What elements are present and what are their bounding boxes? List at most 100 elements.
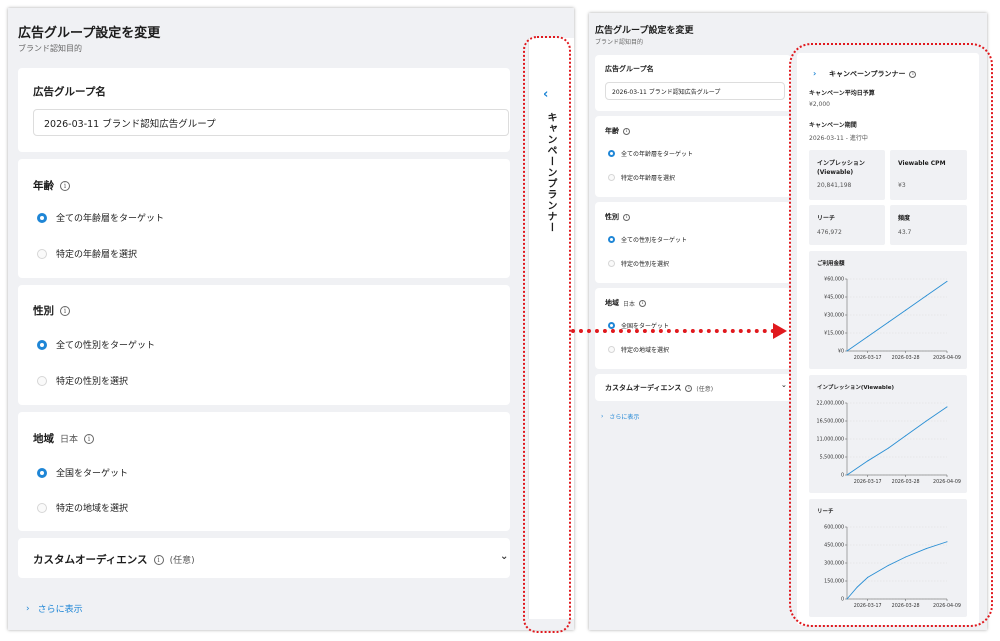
transition-arrow-line (571, 329, 775, 333)
info-icon[interactable]: i (153, 554, 164, 565)
age-label: 年齢 (605, 127, 619, 135)
metric-frequency-value: 43.7 (898, 229, 912, 236)
data-point (946, 541, 948, 543)
series-line (846, 541, 948, 600)
gender-card: 性別 i 全ての性別をターゲット 特定の性別を選択 (18, 285, 510, 405)
metric-label-line: (Viewable) (817, 169, 854, 176)
radio-unselected-icon (37, 248, 47, 259)
region-option-all[interactable]: 全国をターゲット (37, 466, 128, 479)
age-option-specific[interactable]: 特定の年齢層を選択 (608, 173, 675, 182)
age-option-label: 全ての年齢層をターゲット (621, 151, 694, 158)
planner-title: キャンペーンプランナー i (829, 69, 917, 79)
y-tick-label: 22,000,000 (817, 401, 844, 407)
info-icon[interactable]: i (685, 384, 693, 392)
y-tick-label: 450,000 (824, 543, 844, 549)
daily-budget-value: ¥2,000 (809, 101, 830, 108)
y-tick-label: ¥0 (838, 349, 844, 355)
settings-panel-expanded: 広告グループ設定を変更 ブランド認知目的 広告グループ名 2026-03-11 … (589, 13, 987, 630)
x-tick-label: 2026-03-28 (892, 479, 920, 485)
form-column: 広告グループ名 2026-03-11 ブランド認知広告グループ 年齢 i 全ての… (595, 55, 791, 421)
region-card: 地域 日本 i 全国をターゲット 特定の地域を選択 (18, 412, 510, 531)
campaign-planner-panel: › キャンペーンプランナー i キャンペーン平均日予算 ¥2,000 キャンペー… (797, 53, 979, 625)
custom-audience-card[interactable]: カスタムオーディエンス i (任意) ⌄ (595, 374, 791, 401)
age-label: 年齢 (33, 180, 54, 192)
series-line (846, 406, 948, 476)
chevron-down-icon[interactable]: ⌄ (500, 551, 508, 562)
radio-unselected-icon (37, 375, 47, 386)
x-tick-label: 2026-03-28 (892, 603, 920, 609)
transition-arrow-head (773, 323, 787, 339)
age-option-all[interactable]: 全ての年齢層をターゲット (37, 211, 164, 224)
gender-option-label: 全ての性別をターゲット (56, 341, 156, 351)
metric-reach: リーチ 476,972 (809, 205, 885, 245)
data-point (905, 309, 907, 311)
region-option-label: 特定の地域を選択 (621, 347, 670, 354)
data-point (846, 350, 848, 352)
info-icon[interactable]: i (623, 127, 630, 135)
metric-impressions: インプレッション (Viewable) 20,841,198 (809, 150, 885, 200)
region-option-label: 全国をターゲット (56, 469, 129, 479)
region-option-specific[interactable]: 特定の地域を選択 (37, 501, 128, 514)
spend-chart-plot: ¥60,000 ¥45,000 ¥30,000 ¥15,000 ¥0 2026-03-17… (824, 277, 961, 361)
gender-option-all[interactable]: 全ての性別をターゲット (37, 338, 155, 351)
chevron-down-icon[interactable]: ⌄ (781, 381, 787, 389)
reach-chart-plot: 600,000 450,000 300,000 150,000 0 2026-03-17 2… (824, 525, 961, 609)
region-label: 地域 (33, 433, 54, 445)
ad-group-name-card: 広告グループ名 2026-03-11 ブランド認知広告グループ (595, 55, 791, 111)
ad-group-name-input[interactable]: 2026-03-11 ブランド認知広告グループ (33, 109, 509, 136)
ad-group-name-value: 2026-03-11 ブランド認知広告グループ (44, 118, 216, 130)
ad-group-name-label: 広告グループ名 (33, 86, 106, 98)
metric-reach-value: 476,972 (817, 229, 842, 236)
show-more-link[interactable]: › さらに表示 (601, 412, 639, 421)
custom-audience-optional: (任意) (169, 556, 195, 566)
info-icon[interactable]: i (639, 299, 647, 307)
ad-group-name-value: 2026-03-11 ブランド認知広告グループ (612, 88, 721, 96)
radio-unselected-icon (37, 502, 47, 513)
metric-cpm: Viewable CPM ¥3 (890, 150, 967, 200)
impressions-chart: インプレッション(Viewable) 22,000,000 16,500,000 1… (809, 375, 967, 493)
series-line (846, 281, 948, 352)
y-tick-label: ¥30,000 (824, 313, 844, 319)
info-icon[interactable]: i (60, 305, 70, 316)
info-icon[interactable]: i (60, 180, 70, 191)
age-option-specific[interactable]: 特定の年齢層を選択 (37, 247, 137, 260)
show-more-link[interactable]: › さらに表示 (26, 602, 83, 616)
y-tick-label: 0 (841, 597, 844, 603)
gender-label: 性別 (33, 305, 54, 317)
chevron-left-icon[interactable]: ‹ (543, 87, 548, 102)
info-icon[interactable]: i (84, 433, 95, 444)
page-title: 広告グループ設定を変更 (18, 26, 161, 41)
data-point (905, 556, 907, 558)
y-tick-label: 0 (841, 473, 844, 479)
gender-option-specific[interactable]: 特定の性別を選択 (37, 374, 128, 387)
page-title: 広告グループ設定を変更 (595, 26, 694, 36)
data-point (867, 336, 869, 338)
age-option-all[interactable]: 全ての年齢層をターゲット (608, 149, 693, 158)
data-point (905, 435, 907, 437)
x-tick-label: 2026-03-28 (892, 355, 920, 361)
page-subtitle: ブランド認知目的 (595, 39, 644, 46)
gender-option-specific[interactable]: 特定の性別を選択 (608, 259, 669, 268)
gender-option-label: 全ての性別をターゲット (621, 237, 688, 244)
data-point (946, 406, 948, 408)
age-card: 年齢 i 全ての年齢層をターゲット 特定の年齢層を選択 (595, 116, 791, 197)
planner-collapsed-sidebar[interactable]: ‹ キャンペーンプランナー (528, 38, 574, 619)
radio-unselected-icon (608, 260, 615, 267)
region-option-specific[interactable]: 特定の地域を選択 (608, 345, 669, 354)
data-point (846, 598, 848, 600)
chevron-right-icon[interactable]: › (813, 69, 816, 78)
data-point (946, 280, 948, 282)
custom-audience-card[interactable]: カスタムオーディエンス i (任意) ⌄ (18, 538, 510, 578)
age-option-label: 特定の年齢層を選択 (621, 175, 676, 182)
ad-group-name-input[interactable]: 2026-03-11 ブランド認知広告グループ (605, 82, 785, 100)
data-point (887, 447, 889, 449)
chevron-right-icon: › (26, 603, 30, 614)
metric-impressions-label: インプレッション (Viewable) (817, 159, 865, 177)
data-point (925, 420, 927, 422)
gender-option-all[interactable]: 全ての性別をターゲット (608, 235, 687, 244)
region-sublabel: 日本 (60, 435, 79, 445)
chevron-right-icon: › (601, 413, 604, 420)
info-icon[interactable]: i (623, 213, 630, 221)
y-tick-label: 5,500,000 (820, 455, 844, 461)
info-icon[interactable]: i (909, 70, 917, 78)
